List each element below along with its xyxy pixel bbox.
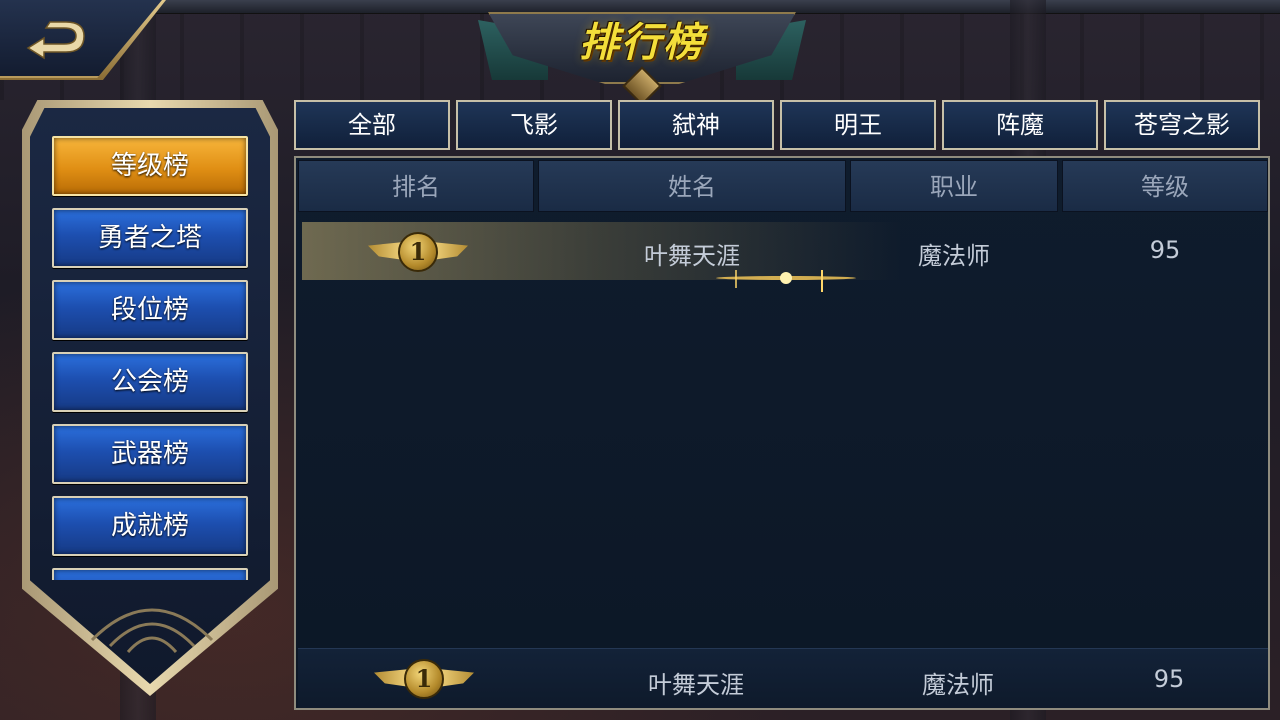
my-class: 魔法师 (922, 671, 994, 699)
header-rank: 排名 (298, 160, 534, 212)
category-weapon-button[interactable]: 武器榜 (52, 424, 248, 484)
category-rank-tier-button[interactable]: 段位榜 (52, 280, 248, 340)
tab-feiying[interactable]: 飞影 (456, 100, 612, 150)
category-panel: 等级榜 勇者之塔 段位榜 公会榜 武器榜 成就榜 (22, 100, 278, 696)
header-name: 姓名 (538, 160, 846, 212)
category-tower-button[interactable]: 勇者之塔 (52, 208, 248, 268)
my-level: 95 (1153, 665, 1185, 693)
panel-bottom-ornament (90, 608, 214, 653)
back-arrow-icon (26, 21, 85, 60)
player-class: 魔法师 (918, 242, 990, 270)
rank-medal-icon: 1 (374, 653, 474, 705)
ranking-table: 排名 姓名 职业 等级 1 叶舞天涯 魔法师 95 1 叶舞天涯 魔法师 95 (294, 156, 1270, 710)
tab-mingwang[interactable]: 明王 (780, 100, 936, 150)
tab-zhenmo[interactable]: 阵魔 (942, 100, 1098, 150)
header-level: 等级 (1062, 160, 1268, 212)
rank-medal-icon: 1 (368, 226, 468, 278)
category-level-button[interactable]: 等级榜 (52, 136, 248, 196)
rank-number: 1 (398, 232, 438, 272)
title-banner: 排行榜 (478, 6, 806, 106)
my-rank-number: 1 (404, 659, 444, 699)
category-guild-button[interactable]: 公会榜 (52, 352, 248, 412)
category-achievement-button[interactable]: 成就榜 (52, 496, 248, 556)
my-rank-row: 1 叶舞天涯 魔法师 95 (298, 648, 1268, 708)
tab-all[interactable]: 全部 (294, 100, 450, 150)
tab-cangqiong[interactable]: 苍穹之影 (1104, 100, 1260, 150)
player-name: 叶舞天涯 (644, 242, 740, 270)
tab-shishen[interactable]: 弑神 (618, 100, 774, 150)
category-more-button[interactable] (52, 568, 248, 580)
category-list[interactable]: 等级榜 勇者之塔 段位榜 公会榜 武器榜 成就榜 (52, 136, 248, 580)
player-level: 95 (1149, 236, 1181, 264)
class-tabs: 全部 飞影 弑神 明王 阵魔 苍穹之影 (294, 100, 1280, 150)
my-name: 叶舞天涯 (648, 671, 744, 699)
header-class: 职业 (850, 160, 1058, 212)
page-title: 排行榜 (579, 20, 705, 66)
sparkle-effect-icon (716, 270, 856, 292)
